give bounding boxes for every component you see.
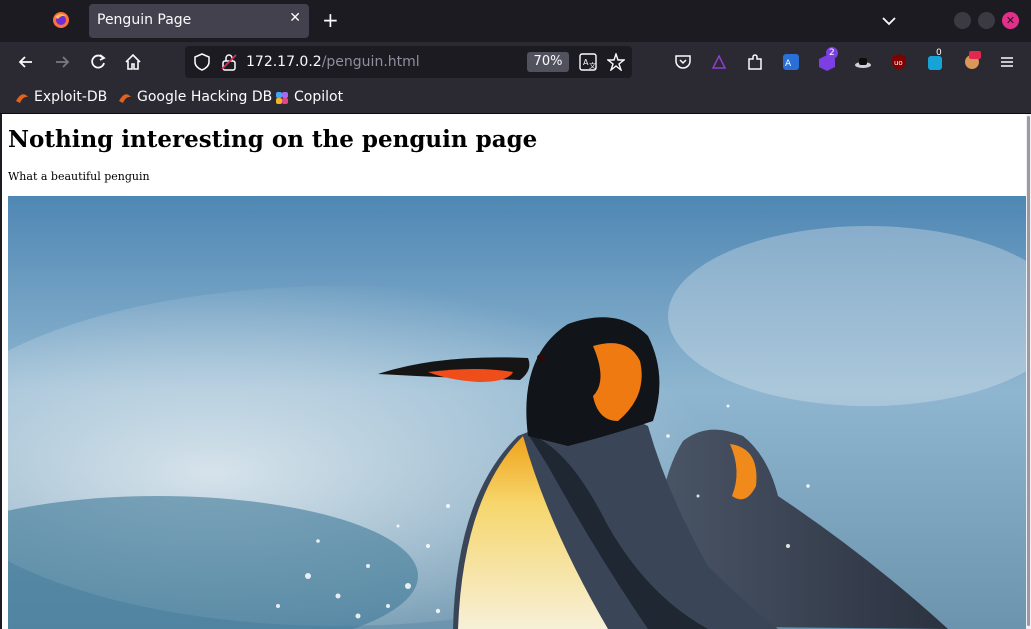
navigation-toolbar: 172.17.0.2/penguin.html 70% A 文 A 2 uo 0 (0, 42, 1031, 82)
back-arrow-icon[interactable] (17, 53, 35, 71)
url-text[interactable]: 172.17.0.2/penguin.html (246, 54, 420, 70)
bookmark-exploit-db[interactable]: Exploit-DB (34, 89, 107, 105)
extension-badge-count: 0 (936, 48, 942, 58)
insecure-lock-icon[interactable] (220, 53, 238, 71)
tab-strip: Penguin Page ✕ + ✕ (0, 0, 1031, 42)
pocket-icon[interactable] (674, 53, 692, 71)
chevron-down-icon[interactable] (880, 12, 898, 30)
window-minimize-button[interactable] (954, 12, 971, 29)
bookmarks-toolbar: Exploit-DB Google Hacking DB Copilot (0, 82, 1031, 114)
bookmark-google-hacking-db[interactable]: Google Hacking DB (137, 89, 272, 105)
translator-extension-icon[interactable]: A (782, 53, 800, 71)
translate-icon[interactable]: A 文 (579, 53, 597, 71)
new-tab-button[interactable]: + (322, 9, 339, 31)
extensions-puzzle-icon[interactable] (746, 53, 764, 71)
svg-text:uo: uo (894, 59, 903, 67)
bookmark-copilot[interactable]: Copilot (294, 89, 343, 105)
home-icon[interactable] (124, 53, 142, 71)
purple-extension-icon[interactable] (710, 53, 728, 71)
cookie-extension-icon[interactable] (962, 50, 982, 70)
exploit-db-icon (16, 94, 28, 103)
zoom-level-badge[interactable]: 70% (527, 52, 569, 72)
penguin-photo (8, 196, 1026, 629)
svg-text:A: A (785, 59, 792, 69)
badged-extension-2[interactable]: 0 (926, 48, 948, 72)
shield-icon[interactable] (193, 53, 211, 71)
page-scrollbar[interactable] (1026, 114, 1031, 629)
page-caption: What a beautiful penguin (8, 170, 150, 183)
window-maximize-button[interactable] (978, 12, 995, 29)
reload-icon[interactable] (89, 53, 107, 71)
svg-text:文: 文 (589, 61, 596, 70)
badged-extension-1[interactable]: 2 (818, 47, 840, 72)
ublock-origin-icon[interactable]: uo (890, 53, 908, 71)
tab-close-icon[interactable]: ✕ (289, 10, 301, 26)
extension-badge-count: 2 (826, 47, 838, 59)
google-hacking-db-icon (119, 94, 131, 103)
hamburger-menu-icon[interactable] (998, 53, 1016, 71)
page-heading: Nothing interesting on the penguin page (8, 126, 538, 153)
tab-penguin-page[interactable]: Penguin Page ✕ (89, 4, 309, 38)
hat-extension-icon[interactable] (854, 53, 872, 71)
copilot-icon (276, 92, 288, 104)
scrollbar-thumb[interactable] (1027, 116, 1030, 626)
url-bar[interactable]: 172.17.0.2/penguin.html 70% A 文 (185, 46, 632, 78)
bookmark-star-icon[interactable] (607, 53, 625, 71)
firefox-logo-icon[interactable] (52, 11, 70, 29)
url-path: /penguin.html (321, 54, 420, 70)
tab-title: Penguin Page (97, 12, 192, 28)
url-host: 172.17.0.2 (246, 54, 322, 70)
forward-arrow-icon[interactable] (53, 53, 71, 71)
page-content: Nothing interesting on the penguin page … (2, 114, 1026, 629)
window-close-button[interactable]: ✕ (1002, 12, 1019, 29)
